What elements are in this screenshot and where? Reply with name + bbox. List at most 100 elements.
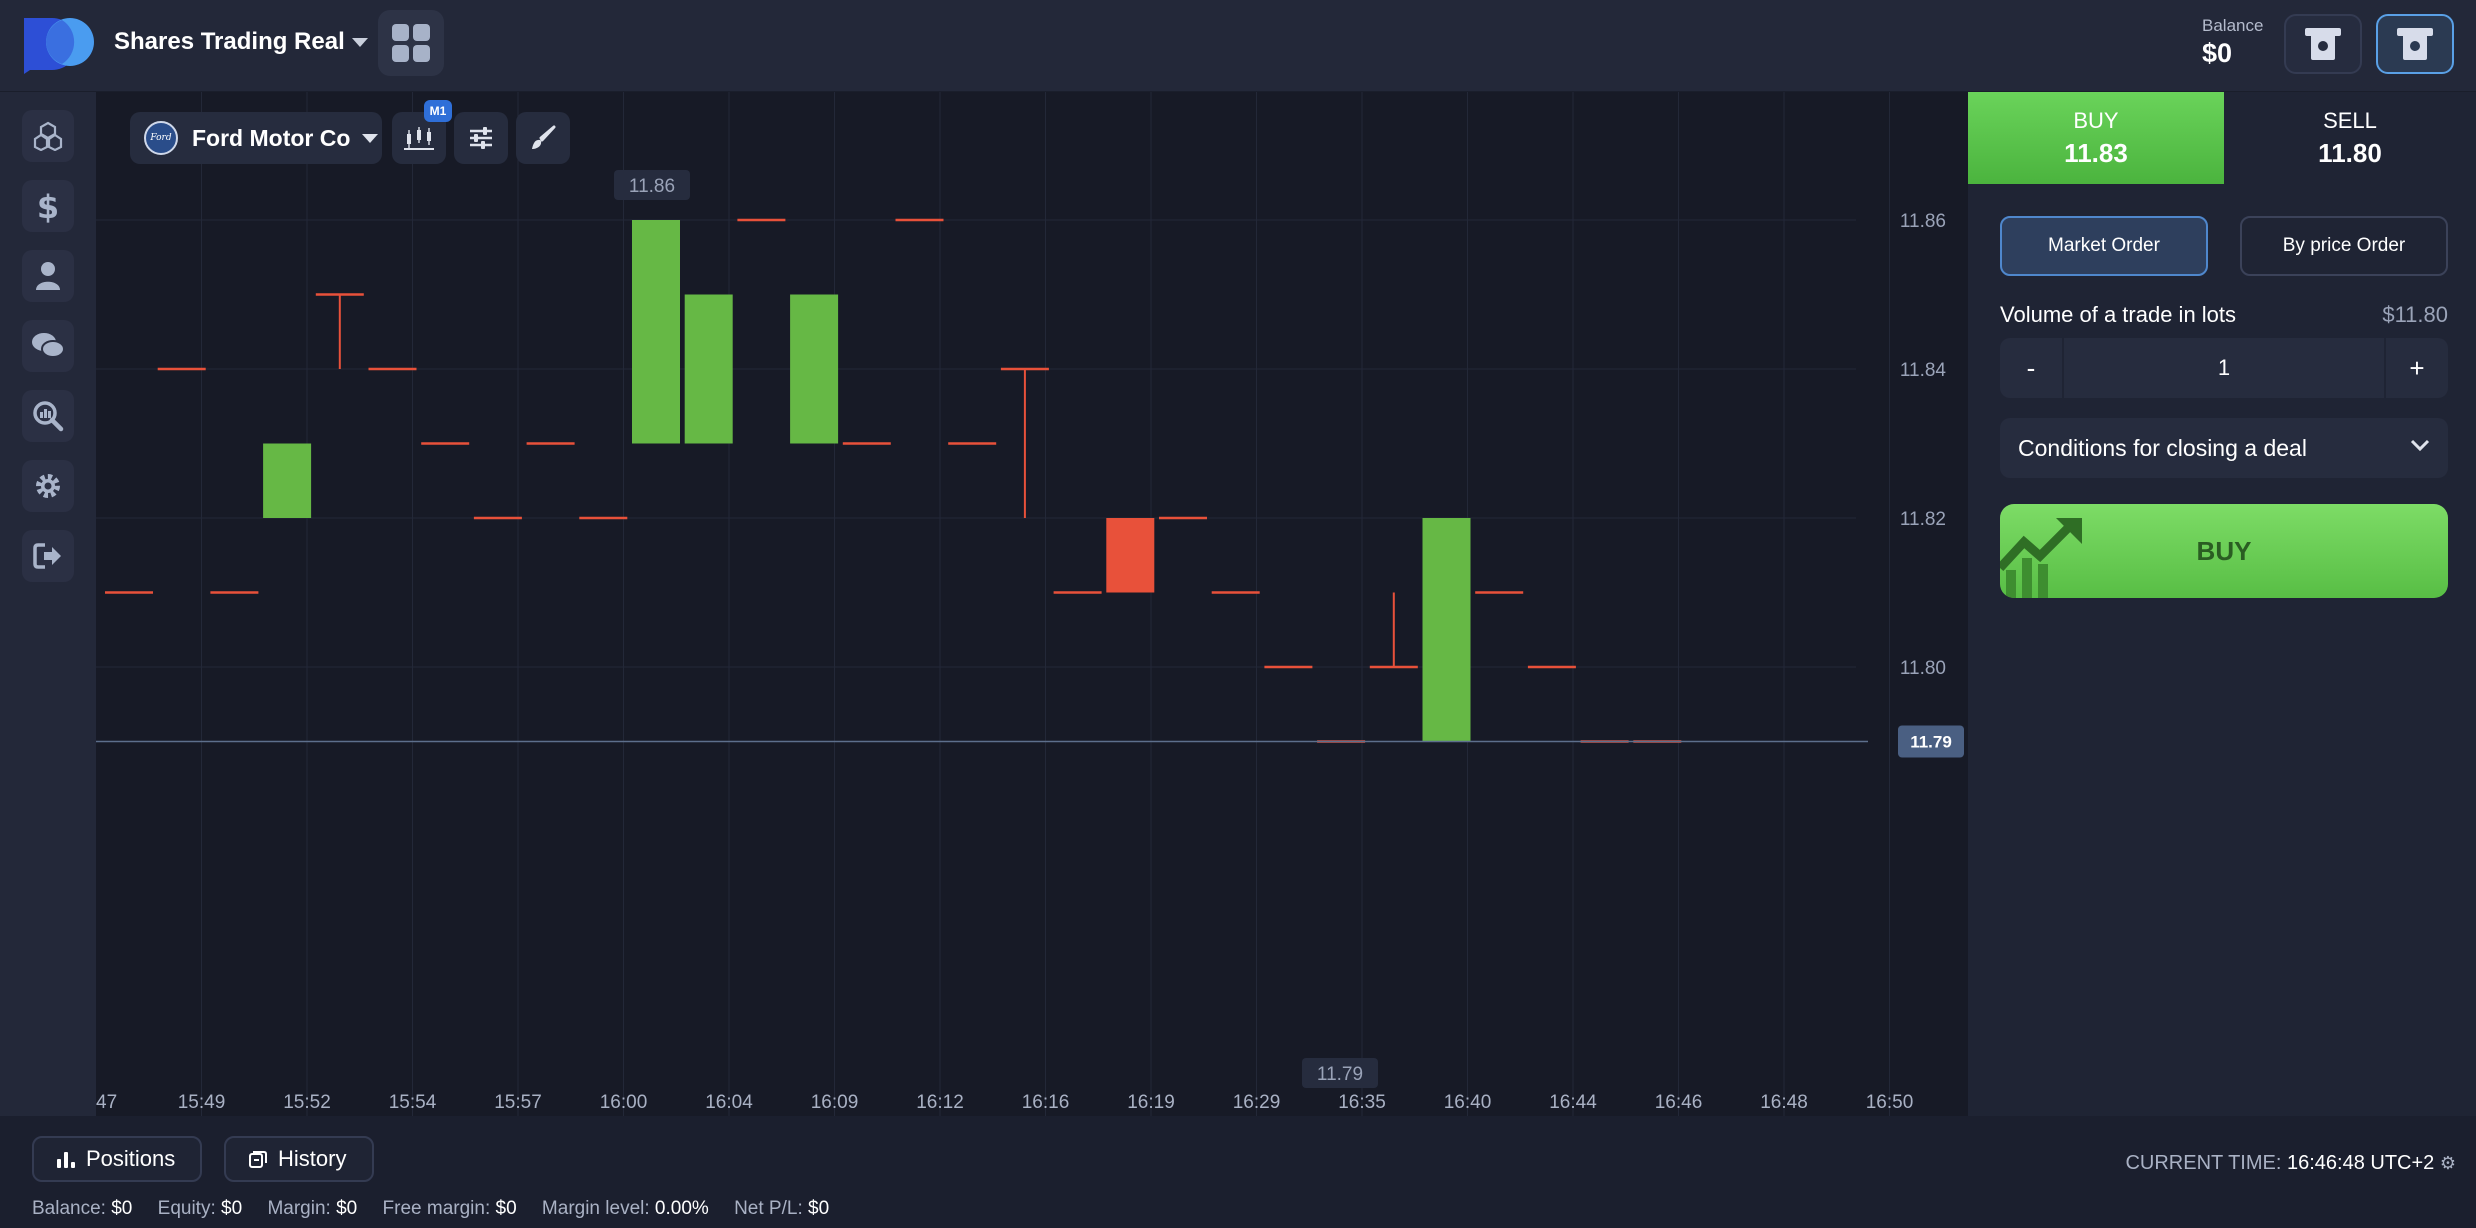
balance-value: $0: [2202, 38, 2233, 68]
time-tick-label: 16:46: [1655, 1092, 1703, 1113]
ford-logo-icon: Ford: [144, 121, 178, 155]
time-tick-label: 16:40: [1444, 1092, 1492, 1113]
sell-tab[interactable]: SELL 11.80: [2224, 92, 2476, 184]
stat-equity-label: Equity:: [157, 1198, 216, 1219]
history-label: History: [278, 1146, 347, 1171]
market-order-button[interactable]: Market Order: [2000, 216, 2208, 276]
account-title[interactable]: Shares Trading Real: [114, 28, 345, 56]
positions-label: Positions: [86, 1146, 176, 1171]
stat-balance-value: $0: [111, 1198, 133, 1219]
dollar-icon: $: [37, 189, 59, 223]
account-stats: Balance: $0 Equity: $0 Margin: $0 Free m…: [32, 1198, 849, 1220]
gear-icon[interactable]: ⚙: [2440, 1153, 2456, 1174]
time-tick-label: 16:09: [811, 1092, 859, 1113]
sidebar-item-profile[interactable]: [22, 250, 74, 302]
buy-button-label: BUY: [2196, 535, 2252, 566]
logout-icon: [33, 543, 61, 569]
cubes-icon: [33, 121, 63, 151]
current-price-label: 11.79: [1910, 733, 1952, 752]
sidebar-item-analytics[interactable]: [22, 390, 74, 442]
analytics-icon: [33, 401, 64, 432]
price-tick-label: 11.82: [1900, 509, 1946, 530]
chart-area[interactable]: 11.86 11.84 11.82 11.80 47 15:49 15:52 15:54 15:…: [96, 92, 1968, 1116]
time-tick-label: 15:57: [494, 1092, 542, 1113]
closing-conditions-label: Conditions for closing a deal: [2018, 434, 2307, 461]
candle-body: [632, 220, 680, 444]
sidebar: $: [0, 92, 96, 1116]
grid-icon: [392, 24, 430, 62]
stat-free-margin-label: Free margin:: [382, 1198, 491, 1219]
sell-tab-label: SELL: [2323, 108, 2377, 133]
buy-tab-label: BUY: [2073, 108, 2119, 133]
balance-label: Balance: [2202, 16, 2264, 35]
withdraw-button[interactable]: [2376, 14, 2454, 74]
atm-icon: [2305, 28, 2341, 60]
brand-logo[interactable]: [22, 14, 100, 74]
trade-panel: BUY 11.83 SELL 11.80 Market Order By pri…: [1968, 92, 2476, 1116]
time-tick-label: 16:19: [1127, 1092, 1175, 1113]
price-chart[interactable]: 11.86 11.84 11.82 11.80 47 15:49 15:52 15:54 15:…: [96, 92, 1968, 1116]
stat-balance-label: Balance:: [32, 1198, 106, 1219]
positions-button[interactable]: Positions: [32, 1136, 202, 1182]
buy-tab[interactable]: BUY 11.83: [1968, 92, 2224, 184]
time-tick-label: 15:54: [389, 1092, 437, 1113]
stat-margin-level-value: 0.00%: [654, 1198, 709, 1219]
time-tick-label: 16:00: [600, 1092, 648, 1113]
candle-body: [1106, 518, 1155, 593]
current-time-label: CURRENT TIME:: [2125, 1152, 2282, 1174]
chat-icon: [32, 333, 65, 358]
bar-chart-icon: [56, 1149, 76, 1169]
sidebar-item-finance[interactable]: $: [22, 180, 74, 232]
buy-button[interactable]: BUY: [2000, 504, 2448, 598]
buy-price: 11.83: [2064, 138, 2128, 168]
account-caret-icon[interactable]: [352, 38, 368, 47]
sidebar-item-logout[interactable]: [22, 530, 74, 582]
history-button[interactable]: History: [224, 1136, 374, 1182]
trend-up-icon: [2000, 518, 2082, 598]
top-bar: Shares Trading Real Balance $0: [0, 0, 2476, 92]
time-tick-label: 16:29: [1233, 1092, 1281, 1113]
chevron-down-icon: [2410, 439, 2430, 452]
time-tick-label: 16:04: [705, 1092, 753, 1113]
bottom-bar: Positions History CURRENT TIME: 16:46:48…: [0, 1116, 2476, 1228]
svg-text:$: $: [37, 189, 59, 223]
stat-net-pl-value: $0: [808, 1198, 830, 1219]
current-time-value: 16:46:48 UTC+2: [2286, 1152, 2435, 1174]
price-tick-label: 11.84: [1900, 360, 1947, 381]
price-tick-label: 11.86: [1900, 211, 1946, 232]
time-tick-label: 15:52: [283, 1092, 331, 1113]
increase-lots-button[interactable]: +: [2384, 338, 2448, 398]
candle-body: [263, 443, 312, 518]
time-tick-label: 16:16: [1022, 1092, 1070, 1113]
stat-net-pl-label: Net P/L:: [734, 1198, 803, 1219]
sliders-icon: [470, 127, 492, 149]
gear-icon: [36, 474, 60, 498]
decrease-lots-button[interactable]: -: [2000, 338, 2064, 398]
lots-stepper: - 1 +: [2000, 338, 2448, 398]
brush-icon: [532, 125, 556, 149]
sidebar-item-assets[interactable]: [22, 110, 74, 162]
candlestick-icon: [404, 127, 434, 150]
time-tick-label: 15:49: [178, 1092, 226, 1113]
closing-conditions-dropdown[interactable]: Conditions for closing a deal: [2000, 418, 2448, 478]
candle-body: [684, 294, 733, 444]
lots-input[interactable]: 1: [2064, 338, 2384, 398]
time-tick-label: 16:50: [1866, 1092, 1914, 1113]
deposit-button[interactable]: [2284, 14, 2362, 74]
asset-name: Ford Motor Co: [192, 124, 351, 151]
apps-grid-button[interactable]: [378, 10, 444, 76]
sidebar-item-chat[interactable]: [22, 320, 74, 372]
cash-out-icon: [2397, 28, 2433, 60]
sidebar-item-settings[interactable]: [22, 460, 74, 512]
time-tick-label: 47: [96, 1092, 117, 1113]
stat-free-margin-value: $0: [495, 1198, 517, 1219]
asset-selector[interactable]: Ford Ford Motor Co: [130, 112, 382, 164]
history-icon: [248, 1149, 268, 1169]
time-tick-label: 16:44: [1549, 1092, 1597, 1113]
stat-margin-label: Margin:: [267, 1198, 331, 1219]
drawing-tools-button[interactable]: [516, 112, 570, 164]
timeframe-badge[interactable]: M1: [424, 100, 452, 122]
sell-price: 11.80: [2318, 138, 2382, 168]
price-order-button[interactable]: By price Order: [2240, 216, 2448, 276]
indicators-button[interactable]: [454, 112, 508, 164]
